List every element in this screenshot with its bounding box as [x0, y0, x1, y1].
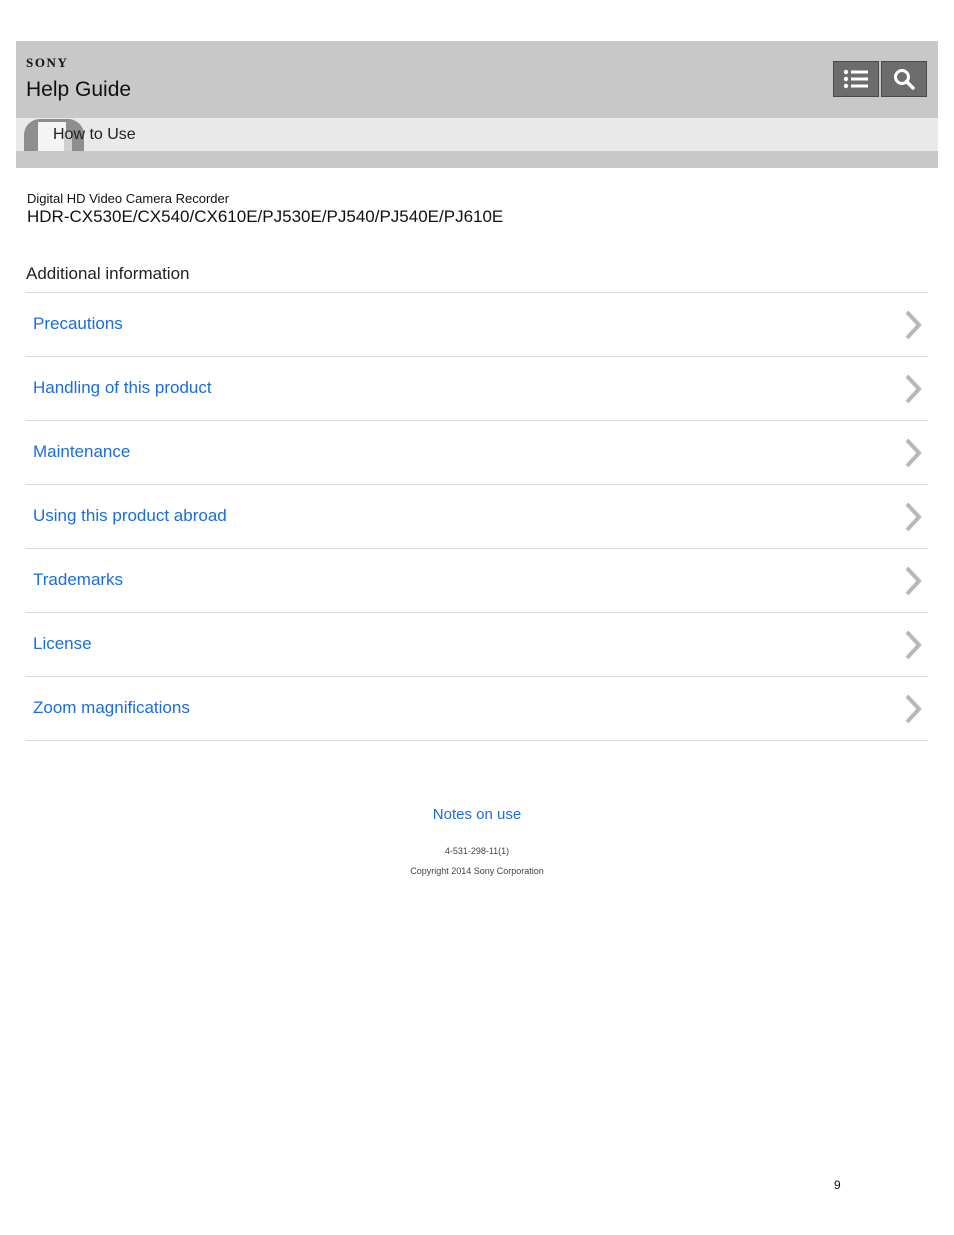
chevron-right-icon	[905, 438, 922, 468]
header-bar: SONY Help Guide	[16, 41, 938, 118]
chevron-right-icon	[905, 374, 922, 404]
category-label[interactable]: How to Use	[53, 126, 136, 144]
topic-link-zoom[interactable]: Zoom magnifications	[33, 698, 190, 718]
app-title: Help Guide	[26, 78, 132, 101]
topic-link-maintenance[interactable]: Maintenance	[33, 442, 130, 462]
topic-link-precautions[interactable]: Precautions	[33, 314, 123, 334]
chevron-right-icon	[905, 630, 922, 660]
list-item[interactable]: Using this product abroad	[26, 485, 928, 549]
topic-link-abroad[interactable]: Using this product abroad	[33, 506, 227, 526]
list-item[interactable]: Zoom magnifications	[26, 677, 928, 741]
list-item[interactable]: License	[26, 613, 928, 677]
page-number: 9	[834, 1178, 841, 1192]
list-item[interactable]: Precautions	[26, 293, 928, 357]
topic-list: Precautions Handling of this product Mai…	[26, 292, 928, 741]
chevron-right-icon	[905, 566, 922, 596]
list-item[interactable]: Handling of this product	[26, 357, 928, 421]
category-bar: How to Use	[16, 118, 938, 151]
header-divider	[16, 151, 938, 168]
topic-link-trademarks[interactable]: Trademarks	[33, 570, 123, 590]
chevron-right-icon	[905, 310, 922, 340]
chevron-right-icon	[905, 694, 922, 724]
list-item[interactable]: Maintenance	[26, 421, 928, 485]
model-numbers: HDR-CX530E/CX540/CX610E/PJ530E/PJ540/PJ5…	[27, 207, 504, 226]
notes-on-use-link[interactable]: Notes on use	[0, 806, 954, 823]
search-button[interactable]	[881, 61, 927, 97]
product-name: Digital HD Video Camera Recorder	[27, 191, 230, 206]
document-code: 4-531-298-11(1)	[444, 846, 510, 856]
brand-logo: SONY	[26, 55, 69, 70]
list-item[interactable]: Trademarks	[26, 549, 928, 613]
section-title: Additional information	[26, 264, 190, 283]
chevron-right-icon	[905, 502, 922, 532]
topic-link-license[interactable]: License	[33, 634, 92, 654]
search-icon	[894, 69, 915, 90]
topic-link-handling[interactable]: Handling of this product	[33, 378, 212, 398]
copyright-text: Copyright 2014 Sony Corporation	[410, 866, 544, 876]
toc-button[interactable]	[833, 61, 879, 97]
list-icon	[843, 69, 868, 89]
